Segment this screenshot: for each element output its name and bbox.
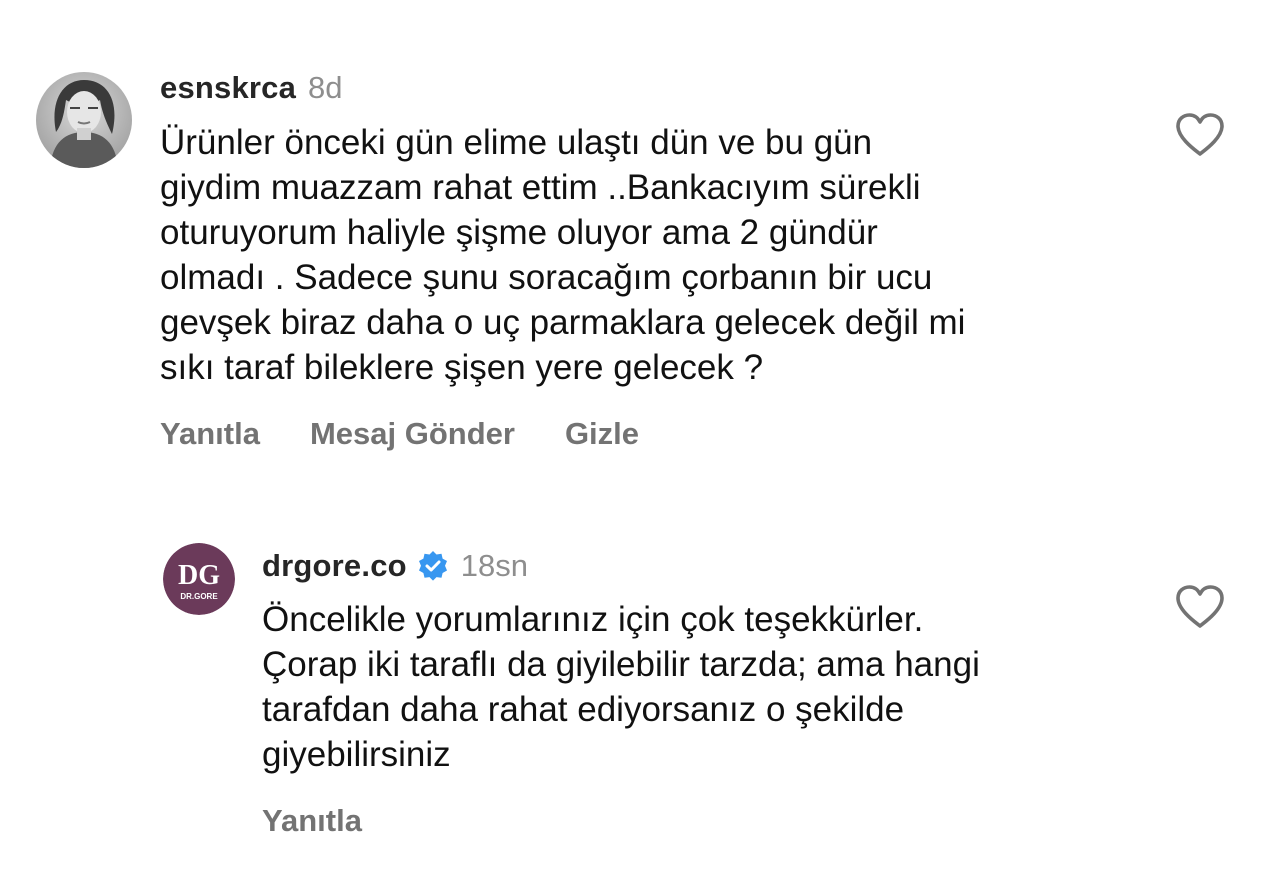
avatar[interactable] [36, 72, 132, 168]
comment-line: tarafdan daha rahat ediyorsanız o şekild… [262, 690, 905, 729]
comment-header: esnskrca 8d [160, 70, 343, 106]
comment-line: giyebilirsiniz [262, 735, 451, 774]
comment-line: oturuyorum haliyle şişme oluyor ama 2 gü… [160, 213, 878, 252]
comment-actions: Yanıtla Mesaj Gönder Gizle [160, 416, 639, 452]
heart-outline-icon [1176, 585, 1224, 628]
heart-outline-icon [1176, 113, 1224, 156]
comment-esnskrca: esnskrca 8d Ürünler önceki gün elime ula… [0, 0, 1284, 470]
user-photo-icon [36, 72, 132, 168]
hide-button[interactable]: Gizle [565, 416, 639, 452]
timestamp: 8d [308, 70, 343, 105]
comment-line: Ürünler önceki gün elime ulaştı dün ve b… [160, 123, 873, 162]
comment-line: giydim muazzam rahat ettim ..Bankacıyım … [160, 168, 921, 207]
send-message-button[interactable]: Mesaj Gönder [310, 416, 515, 452]
verified-badge-icon [418, 551, 447, 581]
reply-button[interactable]: Yanıtla [262, 803, 362, 839]
brand-logo-icon: DG DR.GORE [163, 543, 235, 615]
avatar-logo-subtext: DR.GORE [180, 592, 218, 601]
avatar[interactable]: DG DR.GORE [163, 543, 235, 615]
reply-drgore: DG DR.GORE drgore.co 18sn Öncelikle yoru… [0, 470, 1284, 883]
comment-actions: Yanıtla [262, 803, 362, 839]
reply-button[interactable]: Yanıtla [160, 416, 260, 452]
comment-line: olmadı . Sadece şunu soracağım çorbanın … [160, 258, 933, 297]
username[interactable]: drgore.co [262, 548, 407, 584]
comment-line: sıkı taraf bileklere şişen yere gelecek … [160, 348, 764, 387]
comment-text: Öncelikle yorumlarınız için çok teşekkür… [262, 597, 980, 777]
comment-header: drgore.co 18sn [262, 548, 528, 584]
timestamp: 18sn [460, 548, 529, 583]
avatar-logo-text: DG [178, 560, 220, 591]
like-button[interactable] [1175, 584, 1225, 630]
like-button[interactable] [1175, 112, 1225, 158]
comment-line: Çorap iki taraflı da giyilebilir tarzda;… [262, 645, 980, 684]
username[interactable]: esnskrca [160, 70, 296, 106]
comment-text: Ürünler önceki gün elime ulaştı dün ve b… [160, 120, 965, 390]
comment-line: gevşek biraz daha o uç parmaklara gelece… [160, 303, 966, 342]
comment-line: Öncelikle yorumlarınız için çok teşekkür… [262, 600, 924, 639]
